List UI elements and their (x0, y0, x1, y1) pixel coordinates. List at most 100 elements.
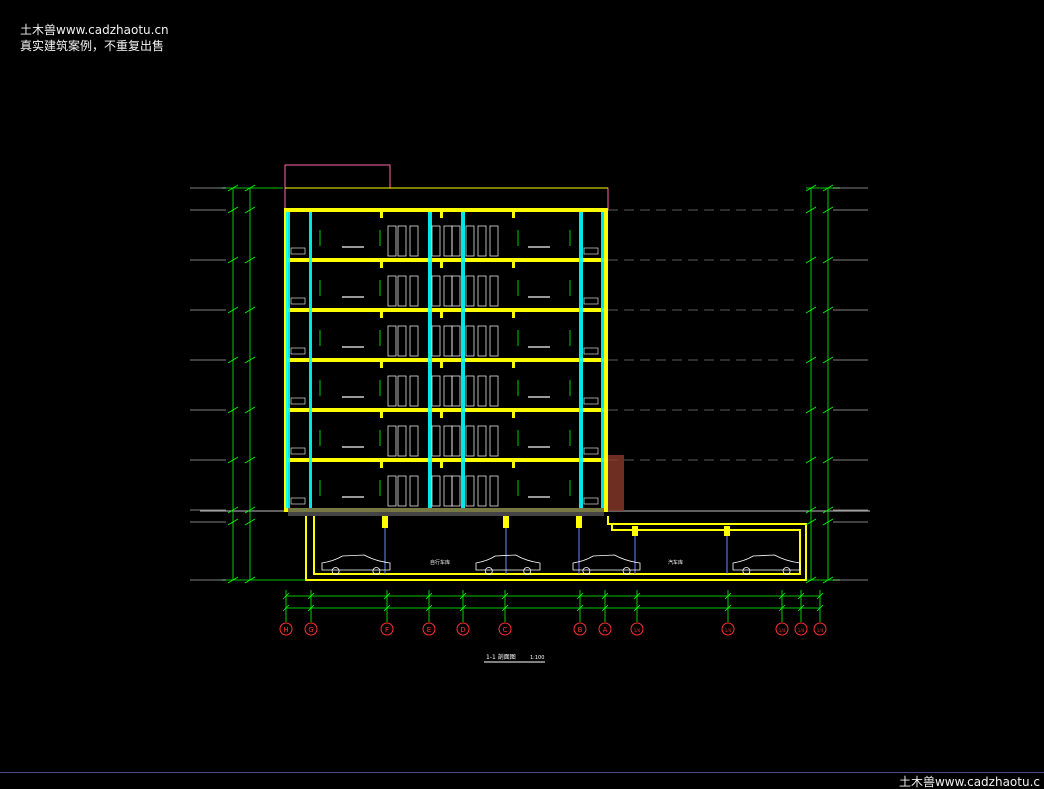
window-4-2 (409, 425, 419, 457)
basement-label-car: 汽车库 (668, 559, 683, 566)
room-name-bar-b-0 (528, 246, 550, 248)
window-0-1 (397, 225, 407, 257)
vent-left-5 (290, 497, 306, 505)
vent-right-1 (583, 297, 599, 305)
window-4-1 (397, 425, 407, 457)
wall-stub-0-3 (380, 360, 383, 368)
floor-slabs (284, 208, 608, 512)
drawing-scale: 1:100 (530, 655, 544, 661)
vent-left-1 (290, 297, 306, 305)
window-4-6 (465, 425, 475, 457)
window-3-6 (465, 375, 475, 407)
axis-label-3: E (427, 626, 431, 634)
window-5-8 (489, 475, 499, 507)
axis-label-2: F (385, 626, 389, 634)
window-2-5 (451, 325, 461, 357)
wall-stub-1-4 (440, 410, 443, 418)
window-5-6 (465, 475, 475, 507)
room-tag-marks (319, 230, 571, 498)
axis-label-1: G (308, 626, 313, 634)
window-4-4 (443, 425, 453, 457)
window-3-3 (431, 375, 441, 407)
status-divider (0, 772, 1044, 773)
window-3-2 (409, 375, 419, 407)
axis-label-9: 1/4 (725, 628, 732, 633)
wall-stub-2-4 (512, 410, 515, 418)
wall-stub-2-5 (512, 460, 515, 468)
axis-label-11: 1/4 (798, 628, 805, 633)
window-2-1 (397, 325, 407, 357)
window-4-3 (431, 425, 441, 457)
room-name-bar-a-4 (342, 446, 364, 448)
window-0-8 (489, 225, 499, 257)
room-name-bar-b-1 (528, 296, 550, 298)
window-1-3 (431, 275, 441, 307)
window-3-7 (477, 375, 487, 407)
window-5-2 (409, 475, 419, 507)
brick-wall (608, 455, 624, 511)
car-body-1 (475, 554, 541, 571)
window-4-7 (477, 425, 487, 457)
wall-stub-1-2 (440, 310, 443, 318)
floor-slab-4 (284, 408, 608, 412)
wall-stub-2-2 (512, 310, 515, 318)
car-body-2 (572, 554, 641, 571)
car-body-0 (321, 554, 391, 571)
axis-lines (282, 590, 824, 622)
vent-left-3 (290, 397, 306, 405)
window-5-1 (397, 475, 407, 507)
basement-columns (382, 516, 730, 536)
window-2-0 (387, 325, 397, 357)
window-0-5 (451, 225, 461, 257)
axis-label-12: 1/4 (817, 628, 824, 633)
inner-walls (380, 210, 515, 468)
room-name-bar-a-2 (342, 346, 364, 348)
window-0-6 (465, 225, 475, 257)
window-2-7 (477, 325, 487, 357)
window-1-2 (409, 275, 419, 307)
window-0-0 (387, 225, 397, 257)
drawing-title: 1-1 剖面图 (486, 653, 516, 661)
window-2-2 (409, 325, 419, 357)
axis-label-10: 1/4 (779, 628, 786, 633)
window-1-4 (443, 275, 453, 307)
vent-left-4 (290, 447, 306, 455)
section-drawing: 自行车库 汽车库 H G F E D C B A 1/4 1/4 1/4 1/4 1/4 1-1 剖面图… (190, 164, 870, 663)
axis-bubbles: H G F E D C B A 1/4 1/4 1/4 1/4 1/4 (279, 622, 827, 636)
window-1-6 (465, 275, 475, 307)
room-name-bar-b-3 (528, 396, 550, 398)
window-4-5 (451, 425, 461, 457)
window-2-4 (443, 325, 453, 357)
room-name-bar-b-2 (528, 346, 550, 348)
room-name-bar-b-5 (528, 496, 550, 498)
vent-right-3 (583, 397, 599, 405)
basement-thin-columns (384, 528, 728, 574)
window-0-4 (443, 225, 453, 257)
room-name-bar-b-4 (528, 446, 550, 448)
room-name-bar-a-0 (342, 246, 364, 248)
ground-hatch (288, 508, 604, 516)
window-0-2 (409, 225, 419, 257)
parking-cars (321, 554, 801, 575)
glass-strip-2 (428, 212, 432, 508)
window-3-5 (451, 375, 461, 407)
wall-stub-1-0 (440, 210, 443, 218)
wall-stub-2-0 (512, 210, 515, 218)
wall-stub-0-1 (380, 260, 383, 268)
wall-stub-2-3 (512, 360, 515, 368)
axis-label-5: C (503, 626, 508, 634)
vent-right-5 (583, 497, 599, 505)
window-0-3 (431, 225, 441, 257)
window-5-4 (443, 475, 453, 507)
glass-strip-1 (309, 212, 312, 508)
window-4-8 (489, 425, 499, 457)
wall-stub-1-3 (440, 360, 443, 368)
watermark-bottom: 土木兽www.cadzhaotu.c (898, 775, 1040, 789)
glass-strip-0 (286, 212, 290, 508)
car-1 (475, 554, 541, 575)
axis-label-6: B (578, 626, 583, 634)
floor-slab-2 (284, 308, 608, 312)
glass-strip-3 (461, 212, 465, 508)
window-3-0 (387, 375, 397, 407)
right-dimension-ticks (805, 184, 868, 584)
